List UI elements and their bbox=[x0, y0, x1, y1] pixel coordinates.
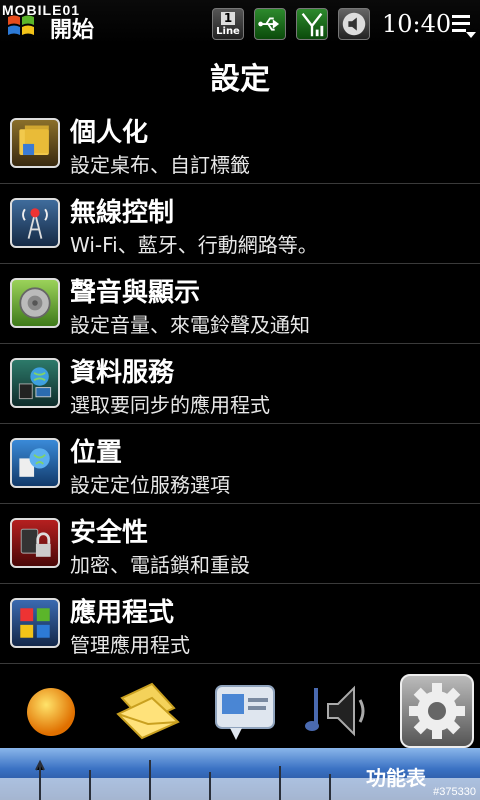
page-title: 設定 bbox=[210, 62, 270, 97]
signal-strength-icon[interactable] bbox=[296, 8, 328, 40]
item-desc: 設定定位服務選項 bbox=[70, 473, 230, 497]
applications-grid-icon bbox=[10, 598, 60, 648]
list-item-data-services[interactable]: 資料服務 選取要同步的應用程式 bbox=[0, 344, 480, 424]
windows-start-icon[interactable] bbox=[6, 12, 36, 40]
watermark-id: #375330 bbox=[433, 786, 476, 798]
signal-glyph bbox=[301, 12, 324, 37]
settings-list: 個人化 設定桌布、自訂標籤 無線控制 Wi-Fi、藍牙、行動網路等。 聲音與顯示… bbox=[0, 104, 480, 664]
list-item-sound-display[interactable]: 聲音與顯示 設定音量、來電鈴聲及通知 bbox=[0, 264, 480, 344]
speaker-glyph bbox=[342, 12, 366, 36]
contact-card-icon[interactable] bbox=[208, 674, 282, 748]
settings-gear-icon bbox=[409, 683, 465, 739]
location-globe-icon bbox=[10, 438, 60, 488]
item-desc: Wi-Fi、藍牙、行動網路等。 bbox=[70, 233, 318, 257]
volume-icon[interactable] bbox=[338, 8, 370, 40]
messaging-icon[interactable] bbox=[112, 674, 186, 748]
bottom-dock bbox=[0, 672, 480, 750]
item-label: 無線控制 bbox=[70, 198, 175, 228]
line-number: 1 bbox=[221, 12, 235, 25]
list-item-security[interactable]: 安全性 加密、電話鎖和重設 bbox=[0, 504, 480, 584]
clock[interactable]: 10:40 bbox=[382, 10, 451, 38]
personalize-folder-icon bbox=[10, 118, 60, 168]
settings-dock-button[interactable] bbox=[400, 674, 474, 748]
item-desc: 選取要同步的應用程式 bbox=[70, 393, 270, 417]
lock-icon bbox=[10, 518, 60, 568]
menu-softkey[interactable]: 功能表 bbox=[366, 762, 426, 791]
list-item-applications[interactable]: 應用程式 管理應用程式 bbox=[0, 584, 480, 664]
list-item-location[interactable]: 位置 設定定位服務選項 bbox=[0, 424, 480, 504]
item-desc: 設定音量、來電鈴聲及通知 bbox=[70, 313, 310, 337]
line-label: Line bbox=[216, 26, 240, 37]
item-desc: 加密、電話鎖和重設 bbox=[70, 553, 250, 577]
item-label: 資料服務 bbox=[70, 358, 175, 388]
item-desc: 管理應用程式 bbox=[70, 633, 190, 657]
start-label[interactable]: 開始 bbox=[50, 12, 94, 44]
list-item-personalize[interactable]: 個人化 設定桌布、自訂標籤 bbox=[0, 104, 480, 184]
item-label: 個人化 bbox=[70, 118, 149, 148]
line-indicator-icon[interactable]: 1 Line bbox=[212, 8, 244, 40]
usb-glyph bbox=[258, 17, 280, 31]
item-label: 聲音與顯示 bbox=[70, 278, 201, 308]
item-desc: 設定桌布、自訂標籤 bbox=[70, 153, 250, 177]
wireless-tower-icon bbox=[10, 198, 60, 248]
footer-bar: 功能表 #375330 bbox=[0, 748, 480, 800]
speaker-icon bbox=[10, 278, 60, 328]
weather-icon[interactable] bbox=[14, 674, 88, 748]
item-label: 應用程式 bbox=[70, 598, 175, 628]
list-item-wireless[interactable]: 無線控制 Wi-Fi、藍牙、行動網路等。 bbox=[0, 184, 480, 264]
notification-menu-icon[interactable] bbox=[450, 12, 476, 40]
item-label: 位置 bbox=[70, 438, 123, 468]
item-label: 安全性 bbox=[70, 518, 149, 548]
music-icon[interactable] bbox=[302, 674, 376, 748]
status-bar: MOBILE01 開始 1 Line 10:40 bbox=[0, 0, 480, 44]
usb-connection-icon[interactable] bbox=[254, 8, 286, 40]
globe-computer-icon bbox=[10, 358, 60, 408]
